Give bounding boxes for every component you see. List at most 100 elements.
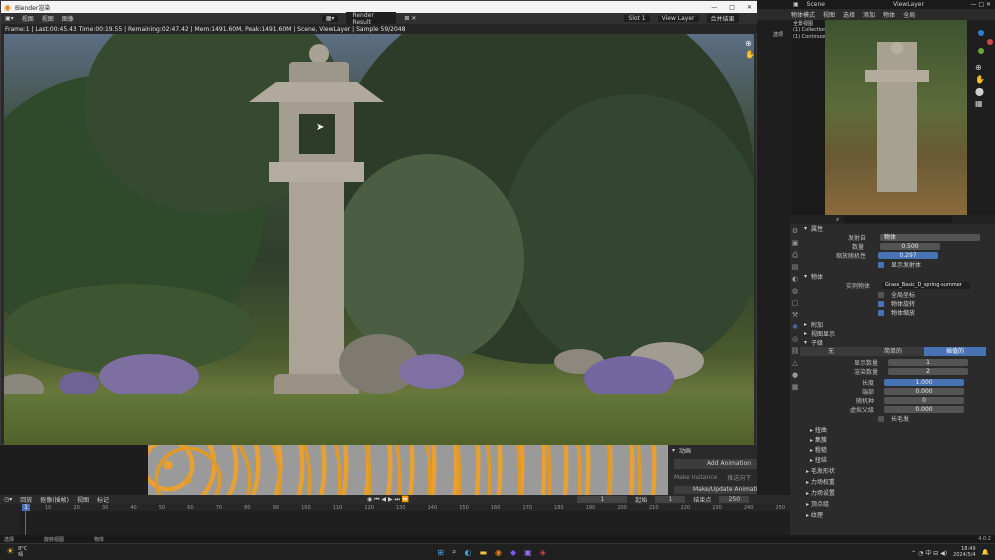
timeline-ruler[interactable]: 1 10 20 30 40 50 60 70 80 90 100 110 120…: [20, 504, 790, 535]
transform-orientation[interactable]: 全局: [903, 10, 915, 19]
navigation-gizmo[interactable]: [969, 30, 993, 54]
weather-icon[interactable]: ☀: [6, 547, 14, 557]
select-button[interactable]: 选项: [773, 31, 783, 38]
pan-hand-icon[interactable]: ✋: [745, 50, 754, 59]
menu-keying[interactable]: 抠像(插帧): [40, 495, 69, 504]
tool-tab-icon[interactable]: ⚙: [790, 225, 800, 237]
radius-field[interactable]: 0.000: [884, 388, 965, 395]
image-browse-icon[interactable]: ▦▾: [321, 15, 339, 22]
length-field[interactable]: 1.000: [884, 379, 965, 386]
edge-icon[interactable]: ◐: [464, 548, 471, 557]
chevron-right-icon[interactable]: ▸: [804, 330, 807, 337]
collapsed-section[interactable]: ▸ 粗糙: [810, 446, 995, 456]
menu-add[interactable]: 添加: [863, 10, 875, 19]
constraints-tab-icon[interactable]: ⛓: [790, 345, 800, 357]
object-tab-icon[interactable]: ▢: [790, 297, 800, 309]
chevron-right-icon[interactable]: ▸: [804, 321, 807, 328]
scene-name[interactable]: Scene: [807, 1, 825, 8]
chevron-down-icon[interactable]: ▾: [804, 339, 807, 346]
outliner-item[interactable]: 全景视图: [791, 20, 825, 27]
collapsed-section[interactable]: ▸ 顶点组: [806, 499, 995, 510]
children-tab-none[interactable]: 无: [800, 347, 862, 356]
notification-icon[interactable]: 🔔: [982, 549, 989, 556]
end-frame-field[interactable]: 250: [719, 496, 750, 503]
wps-icon[interactable]: ◈: [540, 548, 546, 557]
view-layer-name[interactable]: ViewLayer: [893, 1, 924, 8]
timeline-editor-icon[interactable]: ◷▾: [4, 496, 12, 503]
windows-start-icon[interactable]: ⊞: [437, 548, 444, 557]
scene-tab-icon[interactable]: ◐: [790, 273, 800, 285]
collapsed-section[interactable]: ▸ 毛发形状: [806, 466, 995, 477]
chevron-down-icon[interactable]: ▾: [804, 273, 807, 280]
object-scale-checkbox[interactable]: [878, 309, 884, 316]
extra-section[interactable]: 附加: [811, 320, 823, 329]
tray-icons[interactable]: ⌃ ◔ 中 ⊟ ◀): [911, 548, 947, 557]
properties-search[interactable]: [843, 216, 954, 223]
show-emitter-checkbox[interactable]: [878, 261, 884, 268]
children-tab-interpolated[interactable]: 插值的: [924, 347, 986, 356]
render-amount-field[interactable]: 2: [888, 368, 969, 375]
slot-select[interactable]: Slot 1: [624, 15, 650, 22]
outliner-item[interactable]: (1) Continuous: [791, 34, 825, 41]
object-section[interactable]: 物体: [811, 272, 823, 281]
texture-tab-icon[interactable]: ▦: [790, 381, 800, 393]
particles-tab-icon[interactable]: ✺: [790, 321, 800, 333]
global-coords-checkbox[interactable]: [878, 291, 884, 298]
blender-icon[interactable]: ◉: [495, 548, 502, 557]
menu-object[interactable]: 物体: [883, 10, 895, 19]
render-tab-icon[interactable]: ▣: [790, 237, 800, 249]
outliner-item[interactable]: (1) Collection | Plane: [791, 27, 825, 34]
playhead[interactable]: 1: [22, 504, 30, 511]
app-icon[interactable]: ◆: [510, 548, 516, 557]
scale-random-field[interactable]: 0.297: [878, 252, 939, 259]
menu-view-timeline[interactable]: 视图: [77, 495, 89, 504]
menu-view-3d[interactable]: 视图: [823, 10, 835, 19]
viewport-display-section[interactable]: 视图显示: [811, 329, 835, 338]
object-rotation-checkbox[interactable]: [878, 300, 884, 307]
collapsed-section[interactable]: ▸ 扭曲: [810, 426, 995, 436]
combined-pass-select[interactable]: 合并结果: [706, 14, 739, 23]
collapsed-section[interactable]: ▸ 扭结: [810, 456, 995, 466]
view-layer-tab-icon[interactable]: ▤: [790, 261, 800, 273]
close-button[interactable]: ✕: [747, 4, 752, 11]
virtual-parents-field[interactable]: 0.000: [884, 406, 965, 413]
make-instance-button[interactable]: Make Instance: [674, 474, 717, 481]
premiere-icon[interactable]: ▣: [524, 548, 532, 557]
material-tab-icon[interactable]: ●: [790, 369, 800, 381]
file-explorer-icon[interactable]: ▬: [479, 548, 487, 557]
emit-from-select[interactable]: 物体: [880, 234, 981, 241]
start-frame-field[interactable]: 1: [655, 496, 686, 503]
count-field[interactable]: 0.500: [880, 243, 941, 250]
minimize-button[interactable]: —: [711, 4, 717, 11]
zoom-icon[interactable]: ⊕: [745, 39, 752, 48]
editor-type-icon[interactable]: ▣▾: [5, 15, 14, 22]
long-hair-checkbox[interactable]: [878, 415, 884, 422]
chevron-down-icon[interactable]: ▾: [804, 225, 807, 232]
menu-view[interactable]: 视图: [22, 14, 34, 23]
section-title[interactable]: 属性: [811, 224, 823, 233]
window-controls[interactable]: — □ ✕: [970, 1, 995, 8]
data-tab-icon[interactable]: △: [790, 357, 800, 369]
modifier-tab-icon[interactable]: ⚒: [790, 309, 800, 321]
search-icon[interactable]: ⌕: [836, 216, 839, 224]
view-layer-select[interactable]: View Layer: [657, 15, 699, 22]
mode-select[interactable]: 物体模式: [791, 10, 815, 19]
playback-controls[interactable]: ◉ ⏮ ◀ ▶ ⏭ ⏩: [367, 496, 409, 504]
collapsed-section[interactable]: ▸ 集簇: [810, 436, 995, 446]
menu-view-2[interactable]: 视图: [42, 14, 54, 23]
display-amount-field[interactable]: 1: [888, 359, 969, 366]
instance-object-field[interactable]: Grass_Basic_D_spring-summer: [882, 282, 971, 289]
menu-image[interactable]: 图像: [62, 14, 74, 23]
close-image-icon[interactable]: ⊠ ✕: [404, 15, 416, 22]
physics-tab-icon[interactable]: ◎: [790, 333, 800, 345]
maximize-button[interactable]: □: [729, 4, 735, 11]
menu-marker[interactable]: 标记: [97, 495, 109, 504]
collapsed-section[interactable]: ▸ 力场设置: [806, 488, 995, 499]
current-frame-field[interactable]: 1: [577, 496, 628, 503]
viewport-tools[interactable]: ⊕ ✋ ⬤ ▦: [975, 62, 985, 110]
children-tab-simple[interactable]: 简单的: [862, 347, 924, 356]
menu-playback[interactable]: 回放: [20, 495, 32, 504]
menu-select[interactable]: 选择: [843, 10, 855, 19]
chevron-down-icon[interactable]: ▾: [672, 447, 675, 454]
world-tab-icon[interactable]: ◍: [790, 285, 800, 297]
